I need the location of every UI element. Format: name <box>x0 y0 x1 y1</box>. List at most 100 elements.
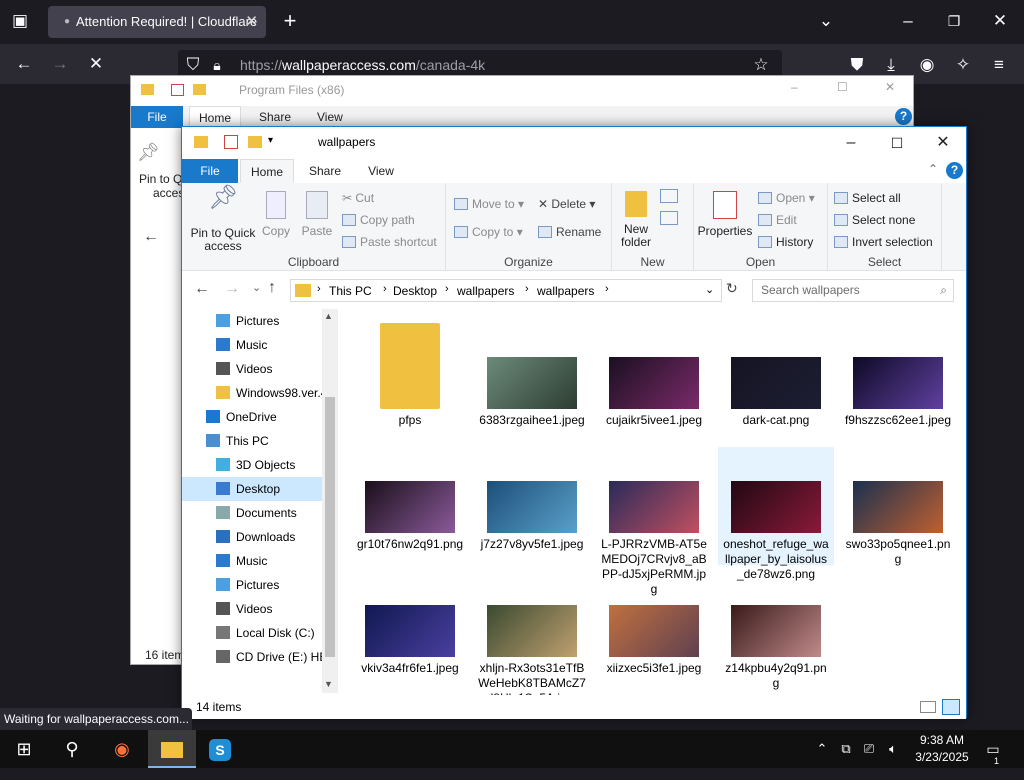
nav-item[interactable]: Documents <box>182 501 322 525</box>
show-hidden-icons-icon[interactable]: ⌃ <box>810 730 834 768</box>
scroll-thumb[interactable] <box>325 397 335 657</box>
tab-overview-icon[interactable]: ▣ <box>4 6 36 36</box>
file-item[interactable]: xiizxec5i3fe1.jpeg <box>596 571 712 689</box>
file-item[interactable]: z14kpbu4y2q91.png <box>718 571 834 690</box>
tab-view[interactable]: View <box>317 106 343 128</box>
file-explorer-icon[interactable] <box>148 730 196 768</box>
nav-item[interactable]: Pictures <box>182 309 322 333</box>
invert-selection-button[interactable]: Invert selection <box>834 235 933 250</box>
file-item[interactable]: j7z27v8yv5fe1.jpeg <box>474 447 590 565</box>
file-item[interactable]: f9hszzsc62ee1.jpeg <box>840 323 956 441</box>
file-item[interactable]: gr10t76nw2q91.png <box>352 447 468 565</box>
select-none-button[interactable]: Select none <box>834 213 915 228</box>
nav-scrollbar[interactable]: ▲ ▼ <box>322 309 338 693</box>
large-icons-view-icon[interactable] <box>942 699 960 715</box>
forward-arrow-icon[interactable]: → <box>224 280 240 298</box>
copy-button[interactable]: Copy <box>258 191 294 238</box>
breadcrumb-wallpapers-current[interactable]: wallpapers <box>537 284 594 298</box>
nav-item[interactable]: Music <box>182 333 322 357</box>
file-item[interactable]: swo33po5qnee1.png <box>840 447 956 566</box>
paste-button[interactable]: Paste <box>298 191 336 238</box>
tab-close-icon[interactable]: ✕ <box>245 6 258 38</box>
maximize-icon[interactable]: ☐ <box>874 127 920 159</box>
breadcrumb-wallpapers[interactable]: wallpapers <box>457 284 514 298</box>
clock[interactable]: 9:38 AM 3/23/2025 <box>912 732 972 766</box>
new-folder-quick-icon[interactable] <box>248 136 262 148</box>
breadcrumb-desktop[interactable]: Desktop <box>393 284 437 298</box>
file-item[interactable]: L-PJRRzVMB-AT5eMEDOj7CRvjv8_aBPP-dJ5xjPe… <box>596 447 712 596</box>
help-icon[interactable]: ? <box>895 108 912 125</box>
new-tab-icon[interactable]: + <box>274 6 306 36</box>
stop-loading-icon[interactable]: ✕ <box>80 49 112 79</box>
tab-file[interactable]: File <box>182 159 238 183</box>
up-arrow-icon[interactable]: ↑ <box>268 279 276 297</box>
tab-file[interactable]: File <box>131 106 183 128</box>
nav-item[interactable]: Pictures <box>182 573 322 597</box>
file-item[interactable]: xhljn-Rx3ots31eTfBWeHebK8TBAMcZ7l8Hlo1Su… <box>474 571 590 705</box>
properties-button[interactable]: Properties <box>696 191 754 238</box>
nav-item[interactable]: Music <box>182 549 322 573</box>
list-tabs-icon[interactable]: ⌄ <box>810 6 842 36</box>
tab-view[interactable]: View <box>358 159 404 183</box>
account-icon[interactable]: ◉ <box>912 50 942 80</box>
new-item-icon[interactable] <box>660 189 678 203</box>
tab-home[interactable]: Home <box>240 159 294 183</box>
file-item[interactable]: cujaikr5ivee1.jpeg <box>596 323 712 441</box>
back-icon[interactable]: ← <box>8 49 40 79</box>
file-item[interactable]: dark-cat.png <box>718 323 834 441</box>
nav-item[interactable]: Desktop <box>182 477 322 501</box>
details-view-icon[interactable] <box>920 701 936 713</box>
cut-button[interactable]: ✂︎ Cut <box>342 191 374 206</box>
scroll-down-icon[interactable]: ▼ <box>324 679 333 689</box>
file-item[interactable]: 6383rzgaihee1.jpeg <box>474 323 590 441</box>
nav-item[interactable]: This PC <box>182 429 322 453</box>
notification-icon[interactable]: ▭ 1 <box>978 730 1008 768</box>
breadcrumb-this-pc[interactable]: This PC <box>329 284 372 298</box>
nav-item[interactable]: Windows98.ver.4 <box>182 381 327 405</box>
start-icon[interactable]: ⊞ <box>0 730 48 768</box>
move-to-button[interactable]: Move to ▾ <box>454 197 524 212</box>
tab-share[interactable]: Share <box>300 159 350 183</box>
recent-locations-icon[interactable]: ⌄ <box>252 281 261 294</box>
close-icon[interactable]: ✕ <box>885 80 895 94</box>
easy-access-icon[interactable] <box>660 211 678 225</box>
close-icon[interactable]: ✕ <box>920 127 966 159</box>
tray-app-icon[interactable]: ⧉ <box>836 730 856 768</box>
back-arrow-icon[interactable]: ← <box>143 228 159 246</box>
open-button[interactable]: Open ▾ <box>758 191 815 206</box>
search-icon[interactable]: ⚲ <box>48 730 96 768</box>
select-all-button[interactable]: Select all <box>834 191 901 206</box>
nav-item[interactable]: CD Drive (E:) HB <box>182 645 327 669</box>
nav-item[interactable]: 3D Objects <box>182 453 322 477</box>
file-item[interactable]: pfps <box>352 323 468 441</box>
firefox-icon[interactable]: ◉ <box>98 730 146 768</box>
menu-icon[interactable]: ≡ <box>984 50 1014 80</box>
extensions-icon[interactable]: ✧ <box>948 50 978 80</box>
file-item[interactable]: oneshot_refuge_wallpaper_by_laisolus_de7… <box>718 447 834 581</box>
nav-item[interactable]: Local Disk (C:) <box>182 621 322 645</box>
back-arrow-icon[interactable]: ← <box>194 280 210 298</box>
new-folder-button[interactable]: New folder <box>616 191 656 249</box>
minimize-icon[interactable]: – <box>791 80 798 94</box>
minimize-icon[interactable]: – <box>828 127 874 159</box>
close-window-icon[interactable]: ✕ <box>984 6 1016 36</box>
delete-button[interactable]: ✕ Delete ▾ <box>538 197 595 212</box>
volume-icon[interactable]: 🔈︎ <box>882 730 904 768</box>
rename-button[interactable]: Rename <box>538 225 601 240</box>
customize-toolbar-icon[interactable]: ▾ <box>268 135 273 146</box>
copy-path-button[interactable]: Copy path <box>342 213 415 228</box>
restore-icon[interactable]: ❐ <box>938 6 970 36</box>
refresh-icon[interactable]: ↻ <box>726 280 738 297</box>
forward-icon[interactable]: → <box>44 49 76 79</box>
nav-item[interactable]: Downloads <box>182 525 322 549</box>
browser-tab[interactable]: ● Attention Required! | Cloudflare ✕ <box>48 6 266 38</box>
collapse-ribbon-icon[interactable]: ⌃ <box>928 162 938 176</box>
pin-quick-access-button[interactable]: 📌︎ Pin to Quick access <box>188 186 258 253</box>
edit-button[interactable]: Edit <box>758 213 797 228</box>
network-icon[interactable]: ⎚ <box>858 730 880 768</box>
tab-share[interactable]: Share <box>259 106 291 128</box>
explorer-window-wallpapers[interactable]: ▾ wallpapers – ☐ ✕ File Home Share View … <box>181 126 967 719</box>
minimize-icon[interactable]: – <box>892 6 924 36</box>
breadcrumb[interactable]: › This PC › Desktop › wallpapers › wallp… <box>290 279 722 302</box>
scroll-up-icon[interactable]: ▲ <box>324 311 333 321</box>
